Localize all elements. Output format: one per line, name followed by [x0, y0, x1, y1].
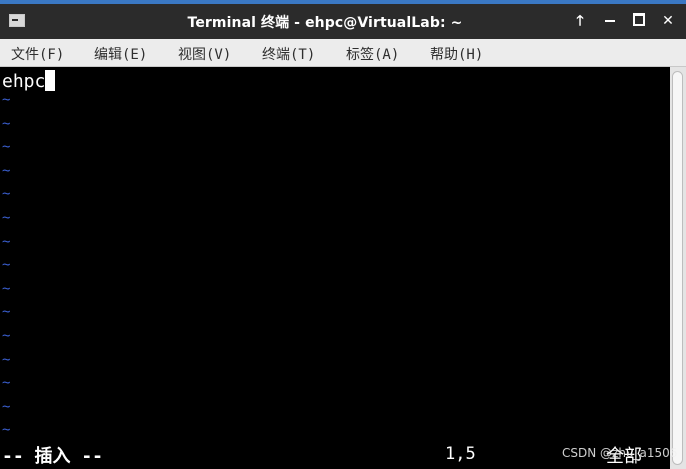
empty-line-tilde: ~	[2, 139, 11, 155]
empty-line-tilde: ~	[2, 116, 11, 132]
empty-line-tilde: ~	[2, 399, 11, 415]
editor-text: ehpc	[2, 71, 46, 92]
menu-edit[interactable]: 编辑(E)	[94, 44, 147, 64]
empty-line-tilde: ~	[2, 281, 11, 297]
cursor-position: 1,5	[445, 444, 476, 464]
empty-line-tilde: ~	[2, 375, 11, 391]
empty-line-tilde: ~	[2, 328, 11, 344]
empty-line-tilde: ~	[2, 163, 11, 179]
menu-terminal[interactable]: 终端(T)	[262, 44, 315, 64]
empty-line-tilde: ~	[2, 92, 11, 108]
editor-text-line: ehpc	[2, 70, 56, 93]
vertical-scrollbar[interactable]	[670, 67, 686, 469]
scrollbar-thumb[interactable]	[672, 71, 683, 465]
empty-line-tilde: ~	[2, 257, 11, 273]
empty-line-tilde: ~	[2, 210, 11, 226]
arrow-up-icon[interactable]: 🡑	[570, 11, 590, 31]
terminal-window: Terminal 终端 - ehpc@VirtualLab: ~ 🡑 ✕ 文件(…	[0, 0, 686, 469]
empty-line-tilde: ~	[2, 352, 11, 368]
menu-tabs[interactable]: 标签(A)	[346, 44, 399, 64]
menu-help[interactable]: 帮助(H)	[430, 44, 483, 64]
empty-line-tilde: ~	[2, 186, 11, 202]
minimize-icon[interactable]	[600, 11, 620, 31]
watermark: CSDN @zhu_a1506	[562, 446, 678, 460]
empty-line-tilde: ~	[2, 304, 11, 320]
close-icon[interactable]: ✕	[658, 11, 678, 31]
title-bar[interactable]: Terminal 终端 - ehpc@VirtualLab: ~ 🡑 ✕	[0, 0, 686, 39]
maximize-icon[interactable]	[629, 11, 649, 31]
terminal-screen[interactable]: ehpc ~ ~ ~ ~ ~ ~ ~ ~ ~ ~ ~ ~ ~ ~ ~ -- 插入 -- 1,5 全部	[0, 67, 670, 469]
menu-bar: 文件(F) 编辑(E) 视图(V) 终端(T) 标签(A) 帮助(H)	[0, 39, 686, 67]
menu-view[interactable]: 视图(V)	[178, 44, 231, 64]
menu-file[interactable]: 文件(F)	[11, 44, 64, 64]
text-cursor	[45, 70, 56, 91]
empty-line-tilde: ~	[2, 234, 11, 250]
vim-mode-indicator: -- 插入 --	[2, 446, 104, 467]
empty-line-tilde: ~	[2, 422, 11, 438]
